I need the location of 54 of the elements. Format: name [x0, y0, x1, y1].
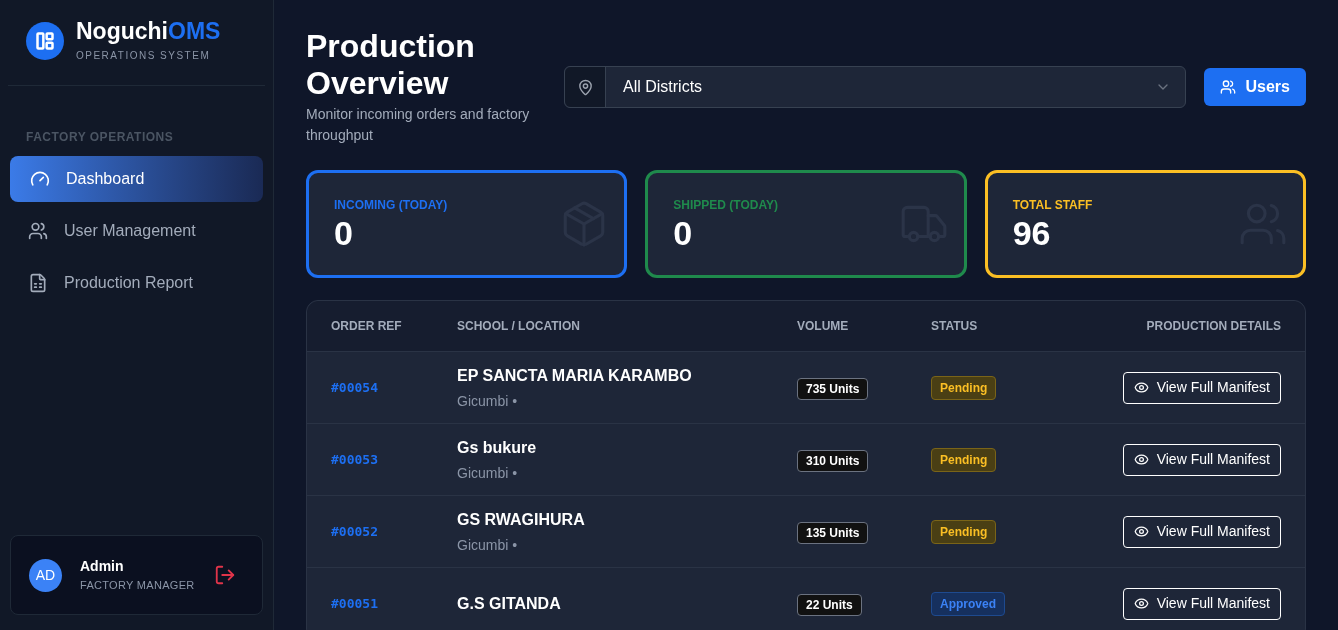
volume-badge: 735 Units — [797, 377, 869, 400]
column-header: VOLUME — [797, 318, 850, 335]
stat-value: 0 — [673, 214, 694, 252]
school-name: GS RWAGIHURA — [457, 509, 586, 530]
status-badge: Pending — [931, 520, 997, 544]
status-badge: Pending — [931, 376, 997, 400]
view-manifest-button[interactable]: View Full Manifest — [1122, 443, 1281, 476]
column-header: SCHOOL / LOCATION — [457, 318, 581, 335]
column-header: STATUS — [931, 318, 979, 335]
users-icon — [28, 221, 48, 241]
school-location: Gicumbi • — [457, 463, 519, 483]
school-name: Gs bukure — [457, 437, 538, 458]
nav-item[interactable]: User Management — [10, 208, 263, 254]
stat-label: TOTAL STAFF — [1012, 197, 1093, 214]
school-location: Gicumbi • — [457, 391, 519, 411]
stat-value: 0 — [334, 214, 354, 252]
district-select[interactable]: All Districts — [564, 66, 1186, 108]
eye-icon — [1133, 524, 1149, 539]
page-subtitle: Monitor incoming orders and factory throughput — [306, 105, 531, 145]
gauge-icon — [30, 169, 50, 189]
users-button[interactable]: Users — [1203, 68, 1306, 106]
stat-label: INCOMING (TODAY) — [334, 197, 448, 214]
user-avatar: AD — [29, 558, 62, 592]
user-role: FACTORY MANAGER — [80, 578, 196, 594]
brand-name: NoguchiOMS — [76, 18, 221, 44]
view-manifest-button[interactable]: View Full Manifest — [1122, 587, 1281, 620]
status-badge: Pending — [931, 448, 997, 472]
view-manifest-button[interactable]: View Full Manifest — [1122, 371, 1281, 404]
volume-badge: 22 Units — [797, 593, 862, 616]
stat-label: SHIPPED (TODAY) — [673, 197, 779, 214]
eye-icon — [1133, 380, 1149, 395]
map-pin-icon — [576, 78, 594, 96]
document-icon — [28, 273, 48, 293]
volume-badge: 310 Units — [797, 449, 869, 472]
column-header: ORDER REF — [331, 318, 403, 335]
logo-icon — [26, 21, 64, 60]
page-title: Production Overview — [306, 28, 476, 102]
logout-button[interactable] — [214, 564, 236, 586]
eye-icon — [1133, 452, 1149, 467]
column-header: PRODUCTION DETAILS — [1145, 318, 1281, 335]
eye-icon — [1133, 596, 1149, 611]
school-location: Gicumbi • — [457, 535, 519, 555]
nav-item[interactable]: Production Report — [10, 260, 263, 306]
brand-subtitle: OPERATIONS SYSTEM — [76, 49, 212, 63]
users-icon — [1219, 79, 1236, 95]
school-name: EP SANCTA MARIA KARAMBO — [457, 365, 693, 386]
user-name: Admin — [80, 557, 125, 577]
nav-item[interactable]: Dashboard — [10, 156, 263, 202]
section-heading: FACTORY OPERATIONS — [25, 129, 175, 146]
stat-value: 96 — [1012, 214, 1052, 252]
view-manifest-button[interactable]: View Full Manifest — [1122, 515, 1281, 548]
volume-badge: 135 Units — [797, 521, 869, 544]
status-badge: Approved — [931, 592, 1005, 616]
school-name: G.S GITANDA — [457, 593, 562, 614]
